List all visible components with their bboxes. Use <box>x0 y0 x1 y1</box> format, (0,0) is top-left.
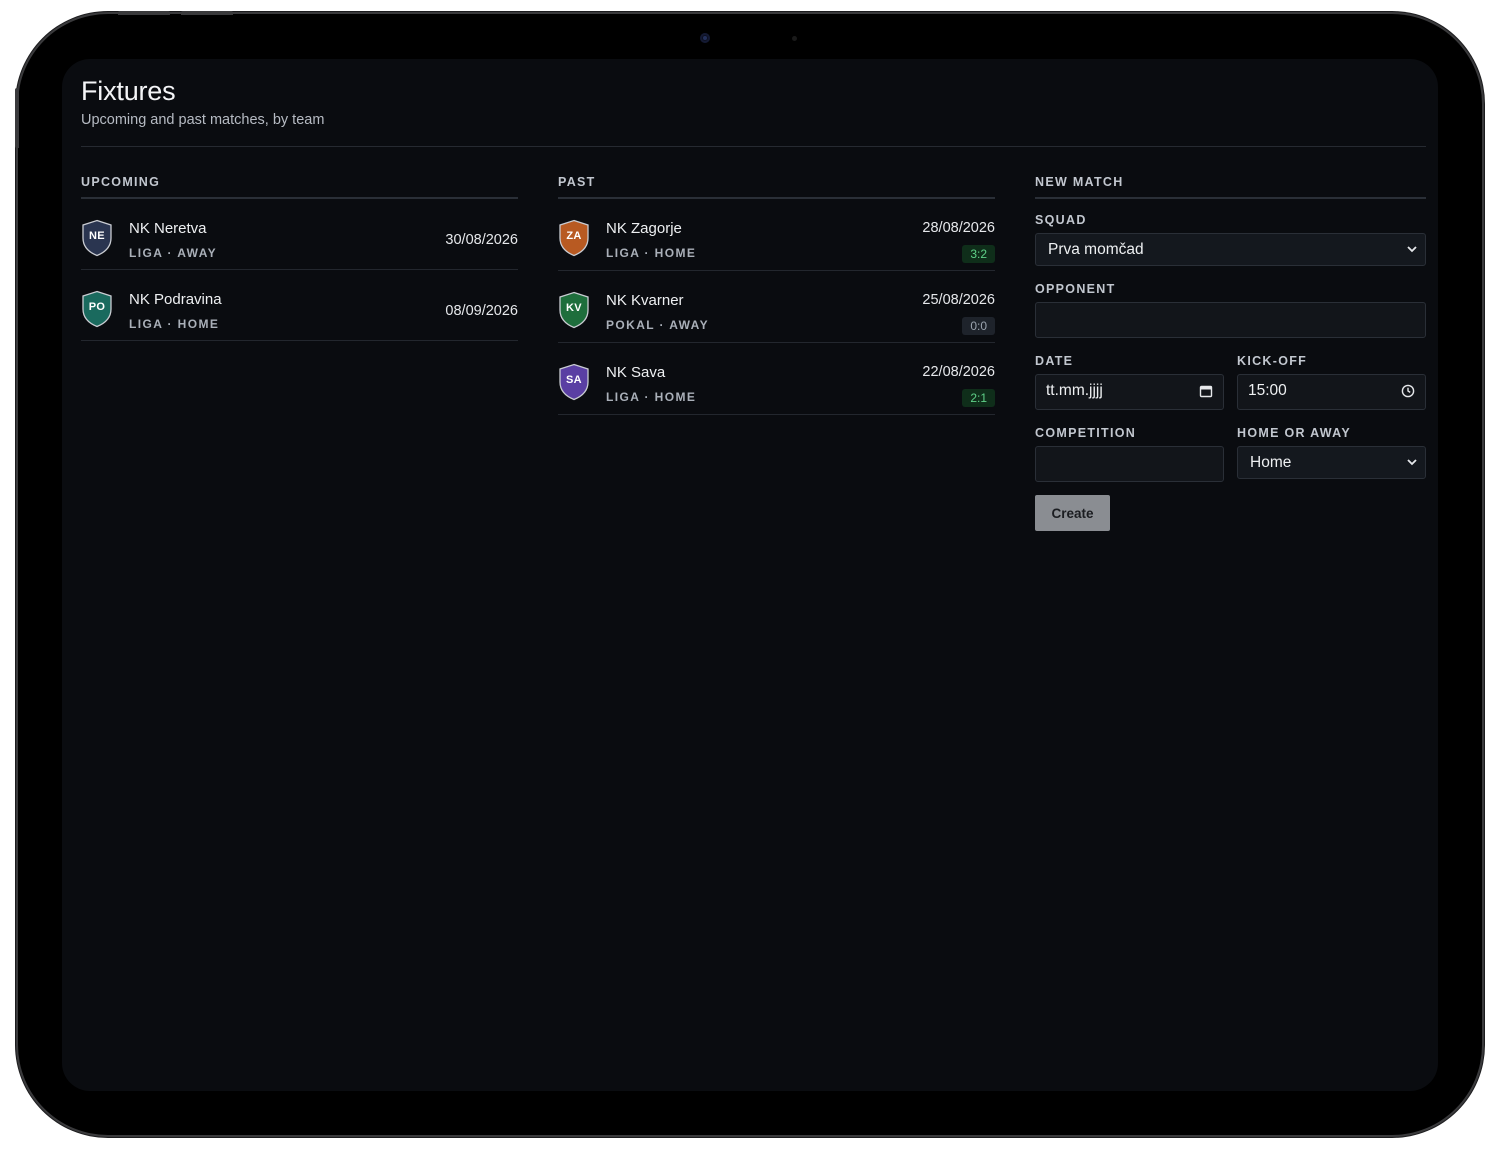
match-row[interactable]: NE NK Neretva LIGA · AWAY 30/08/2026 <box>81 199 518 270</box>
crest-abbreviation: SA <box>566 374 582 386</box>
new-match-form: NEW MATCH SQUAD Prva momčad OPPONENT DAT… <box>1035 173 1426 531</box>
crest-abbreviation: PO <box>88 301 106 313</box>
date-value: tt.mm.jjjj <box>1046 382 1103 399</box>
page-subtitle: Upcoming and past matches, by team <box>81 112 325 128</box>
match-row[interactable]: PO NK Podravina LIGA · HOME 08/09/2026 <box>81 270 518 341</box>
date-input[interactable]: tt.mm.jjjj <box>1035 374 1224 410</box>
team-crest: ZA <box>558 219 590 257</box>
match-meta: LIGA · AWAY <box>129 246 218 260</box>
match-row[interactable]: KV NK Kvarner POKAL · AWAY 25/08/2026 0:0 <box>558 271 995 343</box>
match-row[interactable]: ZA NK Zagorje LIGA · HOME 28/08/2026 3:2 <box>558 199 995 271</box>
kickoff-value: 15:00 <box>1248 382 1287 399</box>
opponent-name: NK Sava <box>606 364 666 381</box>
past-heading: PAST <box>558 173 995 199</box>
opponent-label: OPPONENT <box>1035 282 1116 296</box>
crest-abbreviation: NE <box>89 230 105 242</box>
match-score: 2:1 <box>962 389 995 407</box>
top-button <box>118 11 170 15</box>
past-list: ZA NK Zagorje LIGA · HOME 28/08/2026 3:2 KV NK… <box>558 199 995 415</box>
opponent-input[interactable] <box>1035 302 1426 338</box>
team-crest: PO <box>81 290 113 328</box>
page-header: Fixtures Upcoming and past matches, by t… <box>81 75 1426 147</box>
team-crest: NE <box>81 219 113 257</box>
match-date: 08/09/2026 <box>445 303 518 319</box>
squad-select[interactable]: Prva momčad <box>1035 233 1426 266</box>
front-camera <box>700 33 710 43</box>
opponent-name: NK Neretva <box>129 220 207 237</box>
squad-label: SQUAD <box>1035 213 1087 227</box>
side-button <box>15 88 19 148</box>
opponent-name: NK Kvarner <box>606 292 684 309</box>
home-away-label: HOME OR AWAY <box>1237 426 1351 440</box>
match-meta: LIGA · HOME <box>606 390 697 404</box>
top-button <box>181 11 233 15</box>
competition-input[interactable] <box>1035 446 1224 482</box>
calendar-icon[interactable] <box>1199 384 1213 398</box>
opponent-name: NK Zagorje <box>606 220 682 237</box>
chevron-down-icon <box>1407 246 1417 253</box>
kickoff-input[interactable]: 15:00 <box>1237 374 1426 410</box>
create-button[interactable]: Create <box>1035 495 1110 531</box>
date-label: DATE <box>1035 354 1074 368</box>
app-screen: Fixtures Upcoming and past matches, by t… <box>62 59 1438 1091</box>
chevron-down-icon <box>1407 459 1417 466</box>
upcoming-list: NE NK Neretva LIGA · AWAY 30/08/2026 PO NK Po… <box>81 199 518 341</box>
upcoming-heading: UPCOMING <box>81 173 518 199</box>
match-score: 0:0 <box>962 317 995 335</box>
opponent-name: NK Podravina <box>129 291 222 308</box>
home-away-select[interactable]: Home <box>1237 446 1426 479</box>
home-away-value: Home <box>1250 454 1292 471</box>
team-crest: KV <box>558 291 590 329</box>
upcoming-section: UPCOMING NE NK Neretva LIGA · AWAY 30/08/20… <box>81 173 518 341</box>
page-title: Fixtures <box>81 76 176 106</box>
squad-value: Prva momčad <box>1048 241 1144 258</box>
new-match-heading: NEW MATCH <box>1035 173 1426 199</box>
match-meta: POKAL · AWAY <box>606 318 710 332</box>
match-date: 22/08/2026 <box>922 364 995 380</box>
crest-abbreviation: KV <box>566 302 582 314</box>
camera-sensor <box>792 36 797 41</box>
match-score: 3:2 <box>962 245 995 263</box>
match-meta: LIGA · HOME <box>129 317 220 331</box>
match-date: 25/08/2026 <box>922 292 995 308</box>
match-meta: LIGA · HOME <box>606 246 697 260</box>
past-section: PAST ZA NK Zagorje LIGA · HOME 28/08/2026 3:… <box>558 173 995 415</box>
team-crest: SA <box>558 363 590 401</box>
crest-abbreviation: ZA <box>566 230 582 242</box>
match-date: 30/08/2026 <box>445 232 518 248</box>
match-date: 28/08/2026 <box>922 220 995 236</box>
competition-label: COMPETITION <box>1035 426 1137 440</box>
match-row[interactable]: SA NK Sava LIGA · HOME 22/08/2026 2:1 <box>558 343 995 415</box>
kickoff-label: KICK-OFF <box>1237 354 1308 368</box>
clock-icon[interactable] <box>1401 384 1415 398</box>
